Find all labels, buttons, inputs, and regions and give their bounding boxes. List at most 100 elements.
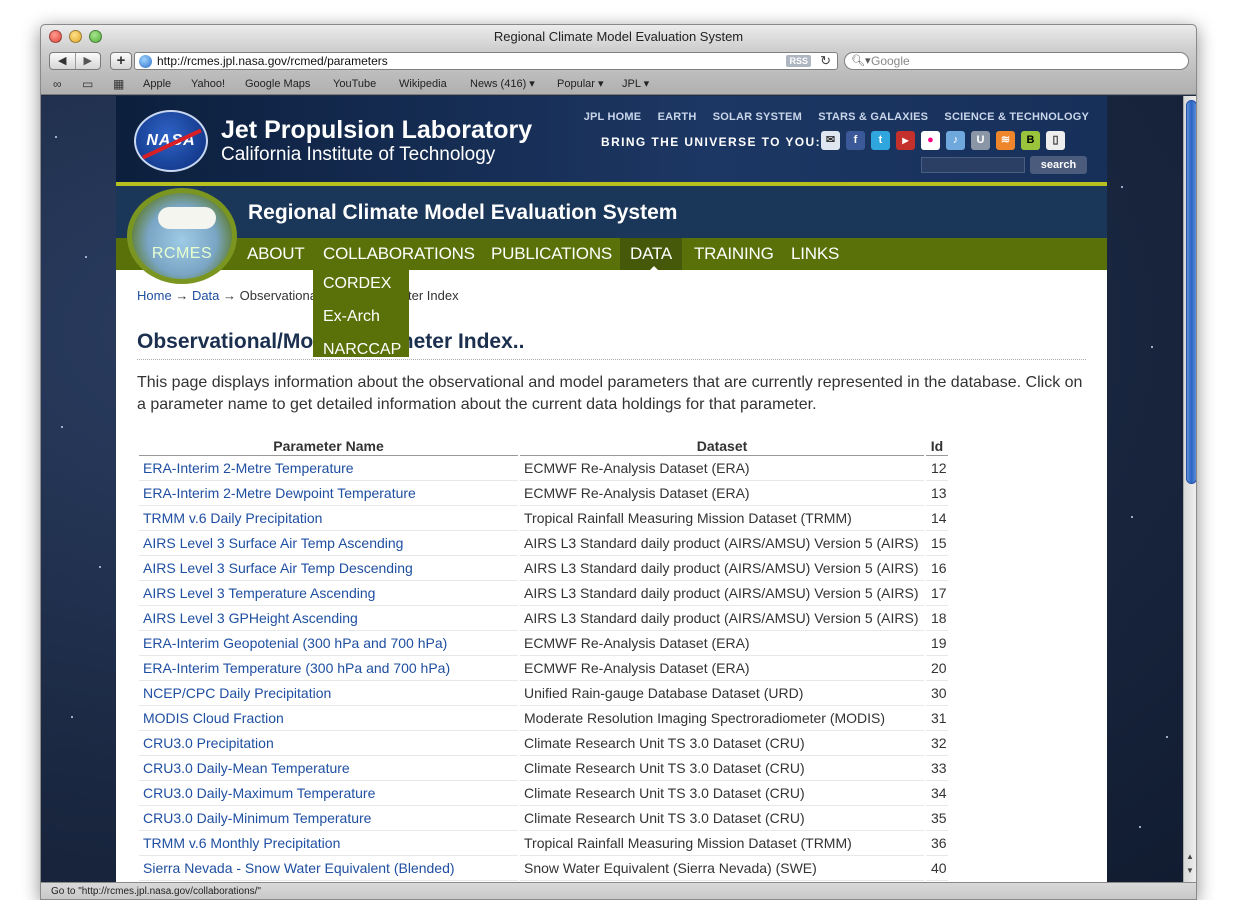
breadcrumb-home[interactable]: Home xyxy=(137,288,172,303)
dropdown-item-narccap[interactable]: NARCCAP xyxy=(313,336,409,357)
table-row: AIRS Level 3 Surface Air Temp Descending… xyxy=(139,556,948,581)
title-divider xyxy=(137,359,1086,360)
parameter-link[interactable]: CRU3.0 Daily-Minimum Temperature xyxy=(143,810,371,826)
menu-training[interactable]: TRAINING xyxy=(694,238,774,270)
forward-button[interactable]: ▶ xyxy=(76,53,101,69)
reading-glasses-icon[interactable]: ∞ xyxy=(53,73,62,95)
breadcrumb-data[interactable]: Data xyxy=(192,288,219,303)
header-dataset[interactable]: Dataset xyxy=(520,432,924,456)
parameter-link[interactable]: Sierra Nevada - Snow Water Equivalent (B… xyxy=(143,860,455,876)
parameter-link[interactable]: ERA-Interim Geopotenial (300 hPa and 700… xyxy=(143,635,447,651)
twitter-icon[interactable]: t xyxy=(871,131,890,150)
facebook-icon[interactable]: f xyxy=(846,131,865,150)
parameter-link[interactable]: CRU3.0 Precipitation xyxy=(143,735,274,751)
header-id[interactable]: Id xyxy=(926,432,948,456)
topnav-stars-galaxies[interactable]: STARS & GALAXIES xyxy=(818,111,928,123)
cell-parameter-name: MODIS Cloud Fraction xyxy=(139,706,518,731)
parameter-link[interactable]: AIRS Level 3 Temperature Ascending xyxy=(143,585,375,601)
parameter-link[interactable]: MODIS Cloud Fraction xyxy=(143,710,284,726)
cell-dataset: Tropical Rainfall Measuring Mission Data… xyxy=(520,506,924,531)
menu-publications[interactable]: PUBLICATIONS xyxy=(491,238,612,270)
cell-parameter-name: ERA-Interim Geopotenial (300 hPa and 700… xyxy=(139,631,518,656)
rcmes-banner: Regional Climate Model Evaluation System xyxy=(116,182,1107,238)
parameter-link[interactable]: NCEP/CPC Daily Precipitation xyxy=(143,685,331,701)
parameter-link[interactable]: ERA-Interim 2-Metre Dewpoint Temperature xyxy=(143,485,416,501)
add-bookmark-button[interactable]: + xyxy=(110,52,132,70)
topnav-science-technology[interactable]: SCIENCE & TECHNOLOGY xyxy=(944,111,1089,123)
bookmark-apple[interactable]: Apple xyxy=(143,73,171,95)
parameter-link[interactable]: AIRS Level 3 GPHeight Ascending xyxy=(143,610,358,626)
mobile-icon[interactable]: ▯ xyxy=(1046,131,1065,150)
header-search-input[interactable] xyxy=(921,157,1025,173)
table-body: ERA-Interim 2-Metre Temperature ECMWF Re-… xyxy=(139,456,948,881)
parameter-link[interactable]: TRMM v.6 Daily Precipitation xyxy=(143,510,322,526)
cell-id: 40 xyxy=(926,856,948,881)
jpl-subtitle[interactable]: California Institute of Technology xyxy=(221,144,495,166)
cell-dataset: ECMWF Re-Analysis Dataset (ERA) xyxy=(520,656,924,681)
parameter-link[interactable]: AIRS Level 3 Surface Air Temp Ascending xyxy=(143,535,403,551)
bookmark-youtube[interactable]: YouTube xyxy=(333,73,376,95)
table-row: ERA-Interim Geopotenial (300 hPa and 700… xyxy=(139,631,948,656)
scroll-up-arrow[interactable]: ▲ xyxy=(1186,852,1194,861)
bookmark-google-maps[interactable]: Google Maps xyxy=(245,73,310,95)
email-icon[interactable]: ✉ xyxy=(821,131,840,150)
itunes-icon[interactable]: ♪ xyxy=(946,131,965,150)
zoom-window-button[interactable] xyxy=(89,30,102,43)
bookmark-news[interactable]: News (416) ▾ xyxy=(470,73,535,95)
menu-about[interactable]: ABOUT xyxy=(247,238,305,270)
collaborations-dropdown: CORDEX Ex-Arch NARCCAP xyxy=(313,270,409,357)
cell-dataset: AIRS L3 Standard daily product (AIRS/AMS… xyxy=(520,606,924,631)
table-row: TRMM v.6 Monthly Precipitation Tropical R… xyxy=(139,831,948,856)
header-parameter-name[interactable]: Parameter Name xyxy=(139,432,518,456)
cell-dataset: Climate Research Unit TS 3.0 Dataset (CR… xyxy=(520,806,924,831)
address-bar[interactable]: http://rcmes.jpl.nasa.gov/rcmed/paramete… xyxy=(134,52,838,70)
rss-feed-icon[interactable]: ≋ xyxy=(996,131,1015,150)
grid-icon[interactable]: ▦ xyxy=(113,73,124,95)
main-menu: ABOUT COLLABORATIONS PUBLICATIONS DATA T… xyxy=(116,238,1107,270)
ustream-icon[interactable]: U xyxy=(971,131,990,150)
vertical-scrollbar[interactable]: ▲ ▼ xyxy=(1183,96,1196,882)
cell-id: 20 xyxy=(926,656,948,681)
scroll-down-arrow[interactable]: ▼ xyxy=(1186,866,1194,875)
nasa-logo[interactable]: NASA xyxy=(134,110,208,172)
table-row: MODIS Cloud Fraction Moderate Resolution … xyxy=(139,706,948,731)
topnav-solar-system[interactable]: SOLAR SYSTEM xyxy=(713,111,802,123)
bookmark-wikipedia[interactable]: Wikipedia xyxy=(399,73,447,95)
topnav-earth[interactable]: EARTH xyxy=(658,111,697,123)
bookmark-yahoo[interactable]: Yahoo! xyxy=(191,73,225,95)
topnav-jpl-home[interactable]: JPL HOME xyxy=(584,111,642,123)
flickr-icon[interactable]: ● xyxy=(921,131,940,150)
dropdown-item-ex-arch[interactable]: Ex-Arch xyxy=(313,303,409,336)
parameter-link[interactable]: CRU3.0 Daily-Maximum Temperature xyxy=(143,785,375,801)
jpl-title[interactable]: Jet Propulsion Laboratory xyxy=(221,116,532,145)
parameter-link[interactable]: ERA-Interim 2-Metre Temperature xyxy=(143,460,354,476)
parameter-link[interactable]: AIRS Level 3 Surface Air Temp Descending xyxy=(143,560,413,576)
rss-button[interactable]: RSS xyxy=(786,55,811,67)
rcmes-logo[interactable]: RCMES xyxy=(127,188,237,284)
bookmark-jpl[interactable]: JPL ▾ xyxy=(622,73,649,95)
reload-icon[interactable]: ↻ xyxy=(820,53,831,69)
parameter-link[interactable]: TRMM v.6 Monthly Precipitation xyxy=(143,835,340,851)
cell-parameter-name: NCEP/CPC Daily Precipitation xyxy=(139,681,518,706)
minimize-window-button[interactable] xyxy=(69,30,82,43)
cell-id: 35 xyxy=(926,806,948,831)
back-button[interactable]: ◀ xyxy=(50,53,76,69)
dropdown-item-cordex[interactable]: CORDEX xyxy=(313,270,409,303)
title-bar: Regional Climate Model Evaluation System xyxy=(41,25,1196,49)
cell-id: 31 xyxy=(926,706,948,731)
table-row: AIRS Level 3 GPHeight Ascending AIRS L3 S… xyxy=(139,606,948,631)
youtube-icon[interactable]: ▶ xyxy=(896,131,915,150)
blog-icon[interactable]: B xyxy=(1021,131,1040,150)
header-search-button[interactable]: search xyxy=(1030,156,1087,174)
scrollbar-thumb[interactable] xyxy=(1186,100,1196,484)
cell-id: 30 xyxy=(926,681,948,706)
menu-links[interactable]: LINKS xyxy=(791,238,839,270)
menu-collaborations[interactable]: COLLABORATIONS xyxy=(323,238,475,270)
parameter-link[interactable]: CRU3.0 Daily-Mean Temperature xyxy=(143,760,350,776)
bookmark-popular[interactable]: Popular ▾ xyxy=(557,73,604,95)
book-icon[interactable]: ▭ xyxy=(82,73,93,95)
close-window-button[interactable] xyxy=(49,30,62,43)
parameter-link[interactable]: ERA-Interim Temperature (300 hPa and 700… xyxy=(143,660,450,676)
search-field[interactable]: 🔍︎▾ Google xyxy=(844,52,1189,70)
cell-dataset: Snow Water Equivalent (Sierra Nevada) (S… xyxy=(520,856,924,881)
